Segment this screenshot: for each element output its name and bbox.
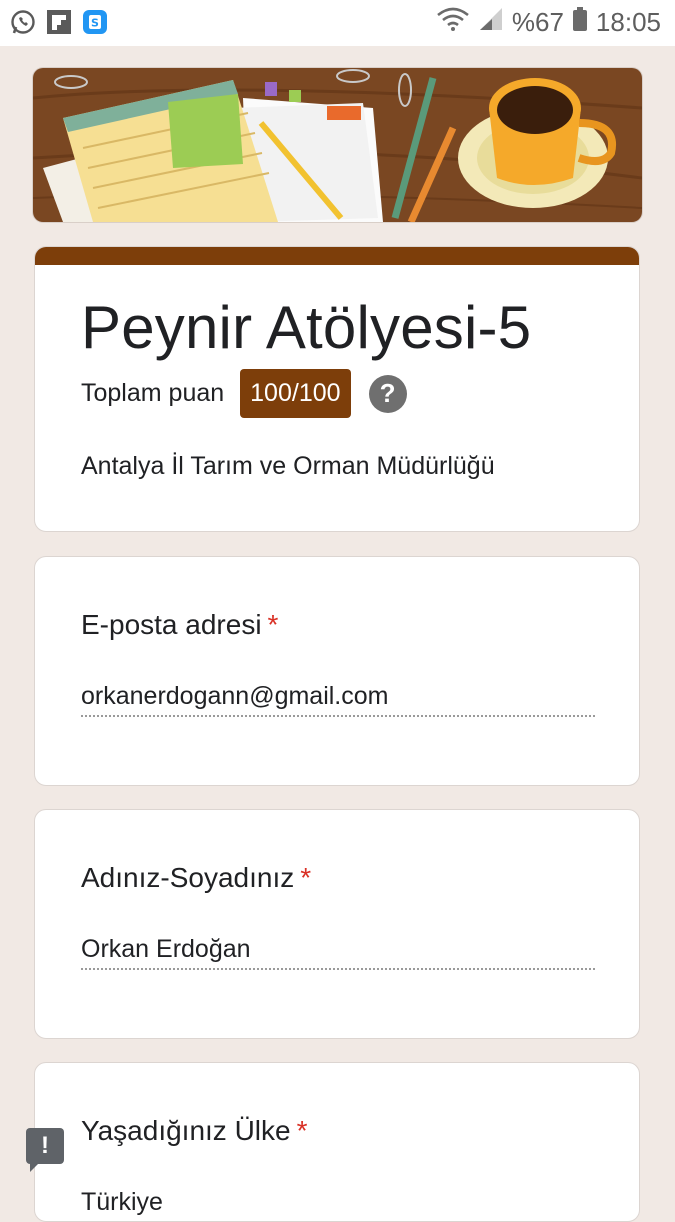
whatsapp-icon: [10, 9, 36, 35]
score-badge: 100/100: [240, 369, 351, 418]
svg-text:S: S: [91, 17, 99, 30]
question-label: Adınız-Soyadınız *: [81, 862, 311, 894]
required-marker: *: [296, 1115, 308, 1146]
s-app-icon: S: [82, 9, 108, 35]
question-text: E-posta adresi: [81, 609, 262, 640]
form-title-card: Peynir Atölyesi-5 Toplam puan 100/100 ? …: [34, 246, 640, 532]
form-header-image: [33, 68, 642, 222]
flipboard-icon: [46, 9, 72, 35]
battery-icon: [572, 6, 588, 39]
wifi-icon: [436, 6, 470, 39]
question-label: Yaşadığınız Ülke *: [81, 1115, 308, 1147]
score-label: Toplam puan: [81, 379, 225, 407]
accent-bar: [35, 247, 639, 265]
report-feedback-icon[interactable]: !: [26, 1128, 64, 1172]
question-text: Yaşadığınız Ülke: [81, 1115, 291, 1146]
field-underline: [81, 715, 595, 717]
signal-icon: [478, 6, 504, 39]
name-field[interactable]: Orkan Erdoğan: [81, 935, 251, 964]
question-card-email: E-posta adresi * orkanerdogann@gmail.com: [34, 556, 640, 786]
question-card-country: Yaşadığınız Ülke * Türkiye: [34, 1062, 640, 1222]
question-text: Adınız-Soyadınız: [81, 862, 295, 893]
status-bar-system: %67 18:05: [436, 6, 661, 39]
country-field[interactable]: Türkiye: [81, 1188, 163, 1217]
question-card-name: Adınız-Soyadınız * Orkan Erdoğan: [34, 809, 640, 1039]
clock: 18:05: [595, 7, 661, 37]
required-marker: *: [267, 609, 279, 640]
email-field[interactable]: orkanerdogann@gmail.com: [81, 682, 388, 711]
battery-percent: %67: [511, 7, 564, 37]
status-bar: S %67 18:05: [0, 0, 675, 46]
score-row: Toplam puan 100/100 ?: [81, 369, 407, 418]
field-underline: [81, 968, 595, 970]
form-title: Peynir Atölyesi-5: [81, 294, 532, 361]
question-label: E-posta adresi *: [81, 609, 278, 641]
form-description: Antalya İl Tarım ve Orman Müdürlüğü: [81, 452, 495, 480]
help-icon[interactable]: ?: [368, 374, 407, 413]
status-bar-notifications: S: [10, 9, 108, 35]
required-marker: *: [300, 862, 312, 893]
